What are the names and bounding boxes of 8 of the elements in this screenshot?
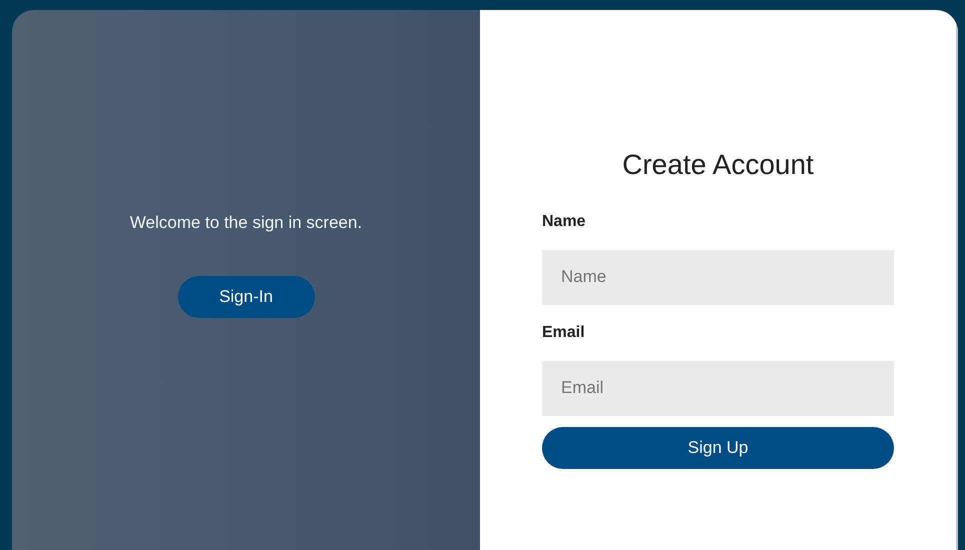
- form-title: Create Account: [621, 148, 815, 182]
- welcome-message: Welcome to the sign in screen.: [130, 212, 362, 234]
- input-field[interactable]: Name: [542, 250, 894, 305]
- sign-up-button[interactable]: Sign Up: [542, 426, 894, 469]
- input-field[interactable]: Email: [542, 360, 894, 416]
- field-label: Name: [542, 212, 586, 232]
- sign-in-button[interactable]: Sign-In: [178, 276, 314, 318]
- field-label: Email: [542, 322, 585, 343]
